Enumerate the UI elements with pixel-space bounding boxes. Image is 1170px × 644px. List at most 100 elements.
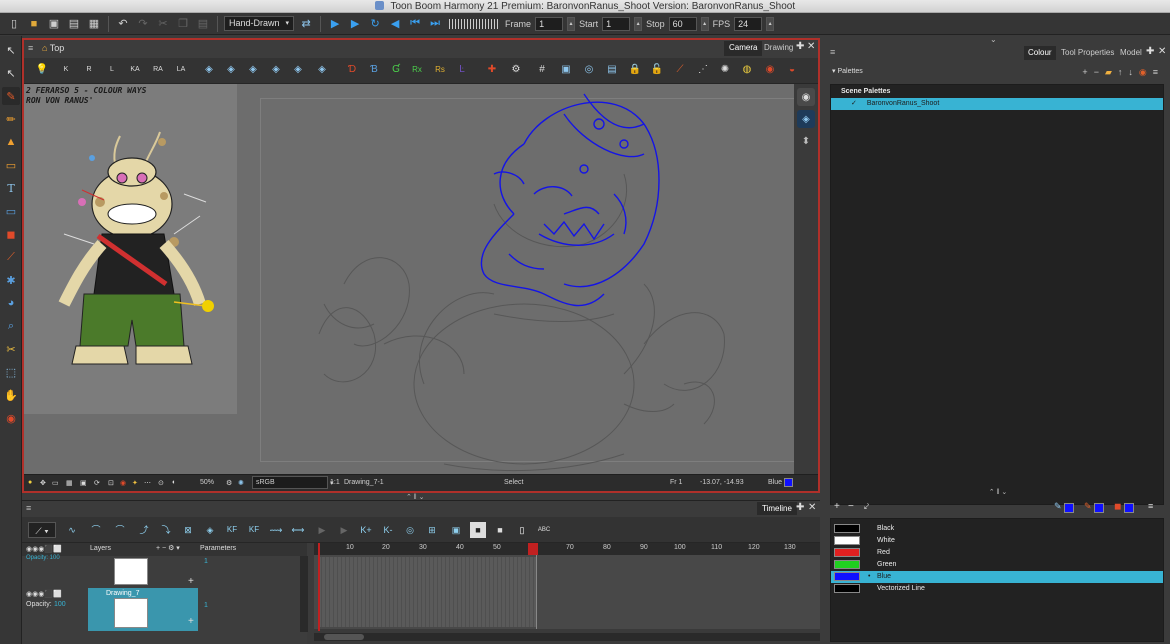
remove-swatch-icon[interactable]: − xyxy=(848,501,854,512)
add-tab-icon[interactable]: ✚ xyxy=(796,41,804,52)
layer-view-icon[interactable]: ◈ xyxy=(314,62,330,80)
key-line-icon[interactable]: ⟿ xyxy=(268,522,284,538)
transform-tool-icon[interactable]: ⬚ xyxy=(2,363,20,381)
drawing-frame-icon[interactable]: ■ xyxy=(492,522,508,538)
status-preview-icon[interactable]: ⊡ xyxy=(108,479,114,487)
safe-area-icon[interactable]: ▣ xyxy=(558,62,574,80)
redo-icon[interactable]: ↷ xyxy=(135,16,151,32)
frame-spinner[interactable]: ▴ xyxy=(567,16,576,31)
layer-view-icon[interactable]: ◈ xyxy=(201,62,217,80)
flatten-icon[interactable]: ⬍ xyxy=(797,132,815,150)
panel-menu-icon[interactable]: ≡ xyxy=(830,47,835,57)
swatch-row-black[interactable]: Black xyxy=(831,523,1163,535)
layer-row-drawing-7[interactable]: ◉◉◉⬛⬜ Drawing_7 Opacity: 100 1 + xyxy=(22,588,307,631)
next-key-icon[interactable]: K+ xyxy=(358,522,374,538)
brush-color-icon[interactable]: ✎ xyxy=(1084,501,1092,512)
breadcrumb[interactable]: ⌂ Top xyxy=(42,43,64,53)
tab-tool-properties[interactable]: Tool Properties xyxy=(1057,46,1118,60)
brush-tool-icon[interactable]: ✎ xyxy=(2,87,20,105)
layer-button-rs[interactable]: Rs xyxy=(432,62,448,80)
swatch-row-blue[interactable]: • Blue xyxy=(831,571,1163,583)
timeline-ruler[interactable]: 10 20 30 40 50 60 70 80 90 100 110 120 1… xyxy=(314,543,820,555)
layer-actions[interactable]: + − ⚙ ▾ xyxy=(156,544,180,552)
bezier-blue-icon[interactable]: Ɓ xyxy=(366,62,382,80)
play-icon[interactable]: ▶ xyxy=(327,16,343,32)
expand-arrow-icon[interactable]: ▾ xyxy=(832,68,836,75)
layer-toggle-icons[interactable]: ◉◉◉⬛⬜ xyxy=(26,545,62,553)
opacity-value[interactable]: 100 xyxy=(54,601,66,608)
scrollbar-thumb[interactable] xyxy=(324,634,364,640)
cut-icon[interactable]: ✂ xyxy=(155,16,171,32)
pin-tool-icon[interactable]: ✚ xyxy=(484,62,500,80)
extend-exposure-icon[interactable]: ⊞ xyxy=(424,522,440,538)
frames-grid[interactable] xyxy=(314,555,820,629)
frame-field[interactable]: 1 xyxy=(535,16,564,31)
cutter-tool-icon[interactable]: ✂ xyxy=(2,340,20,358)
timeline-scrollbar[interactable] xyxy=(314,633,820,641)
layer-button-rx[interactable]: Rx xyxy=(409,62,425,80)
status-settings-icon[interactable]: ⚙ xyxy=(226,479,232,487)
mode-select[interactable]: Hand-Drawn ▾ xyxy=(224,16,295,31)
palette-folder-icon[interactable]: ▰ xyxy=(1105,67,1118,77)
save-icon[interactable]: ▣ xyxy=(46,16,62,32)
mode-toggle-icon[interactable]: ⇄ xyxy=(298,16,314,32)
palette-item[interactable]: ✓ BaronvonRanus_Shoot xyxy=(831,98,1163,110)
drawing-selected-icon[interactable]: ■ xyxy=(470,522,486,538)
pen-button-l[interactable]: L xyxy=(104,62,120,80)
ease-in-icon[interactable]: ⌒ xyxy=(88,522,104,538)
close-panel-icon[interactable]: ✕ xyxy=(808,502,816,513)
sound-icon[interactable]: ◀ xyxy=(387,16,403,32)
create-drawing-icon[interactable]: ▣ xyxy=(448,522,464,538)
play-sound-icon[interactable]: ▶ xyxy=(347,16,363,32)
status-cam-icon[interactable]: ⊙ xyxy=(158,479,164,487)
stop-frame-marker[interactable] xyxy=(528,543,538,555)
light-icon[interactable]: ◍ xyxy=(739,62,755,80)
record-icon[interactable]: ◉ xyxy=(762,62,778,80)
pen-button-k[interactable]: K xyxy=(58,62,74,80)
tab-colour[interactable]: Colour xyxy=(1024,46,1056,60)
paint-tool-icon[interactable]: ◼ xyxy=(2,225,20,243)
layers-scrollbar[interactable] xyxy=(300,556,308,632)
paste-icon[interactable]: ▤ xyxy=(195,16,211,32)
status-move-icon[interactable]: ✥ xyxy=(40,479,46,487)
speed-slider[interactable] xyxy=(449,18,500,29)
dropper-tool-icon[interactable]: ⟋ xyxy=(2,248,20,266)
ease-icon[interactable]: ∿ xyxy=(64,522,80,538)
onion-icon[interactable]: ◎ xyxy=(402,522,418,538)
unlock-icon[interactable]: 🔓 xyxy=(649,62,665,80)
scene-icon[interactable]: ▦ xyxy=(86,16,102,32)
panel-menu-icon[interactable]: ≡ xyxy=(26,503,31,513)
open-folder-icon[interactable]: ■ xyxy=(26,16,42,32)
abc-icon[interactable]: ABC xyxy=(536,522,552,538)
eye-icon[interactable]: ◉ xyxy=(797,88,815,106)
text-tool-icon[interactable]: T xyxy=(2,179,20,197)
close-panel-icon[interactable]: ✕ xyxy=(1158,46,1166,57)
status-record-icon[interactable]: ◉ xyxy=(120,479,126,487)
zoom-level[interactable]: 50% xyxy=(200,479,214,486)
layer-toggle-icons[interactable]: ◉◉◉⬛⬜ xyxy=(26,590,62,598)
stop-spinner[interactable]: ▴ xyxy=(700,16,709,31)
status-rotate-icon[interactable]: ⟳ xyxy=(94,479,100,487)
status-safe-icon[interactable]: ▣ xyxy=(80,479,87,487)
disabled-key-icon[interactable]: ▶ xyxy=(314,522,330,538)
pencil-color-swatch[interactable] xyxy=(1064,503,1074,513)
rectangle-tool-icon[interactable]: ▭ xyxy=(2,202,20,220)
panel-split-handle[interactable]: ⌃ ǁ ⌄ xyxy=(406,493,425,501)
new-file-icon[interactable]: ▯ xyxy=(6,16,22,32)
ease-out-icon[interactable]: ⌒ xyxy=(112,522,128,538)
shade-icon[interactable]: ▤ xyxy=(604,62,620,80)
add-tab-icon[interactable]: ✚ xyxy=(1146,46,1154,57)
ink-tool-icon[interactable]: ◉ xyxy=(2,409,20,427)
prev-key-icon[interactable]: K- xyxy=(380,522,396,538)
palette-options-icon[interactable]: ≡ xyxy=(1153,67,1164,77)
fill-icon[interactable]: ◒ xyxy=(784,62,800,80)
pen-button-ka[interactable]: KA xyxy=(127,62,143,80)
status-frame-icon[interactable]: ▭ xyxy=(52,479,59,487)
vector-green-icon[interactable]: Ɠ xyxy=(388,62,404,80)
status-grid-icon[interactable]: ▦ xyxy=(66,479,73,487)
eraser-tool-icon[interactable]: ▭ xyxy=(2,156,20,174)
sparkle-icon[interactable]: ✺ xyxy=(717,62,733,80)
move-up-icon[interactable]: ↑ xyxy=(1118,67,1129,77)
fps-field[interactable]: 24 xyxy=(734,16,763,31)
pencil-tool-icon[interactable]: ✏ xyxy=(2,110,20,128)
